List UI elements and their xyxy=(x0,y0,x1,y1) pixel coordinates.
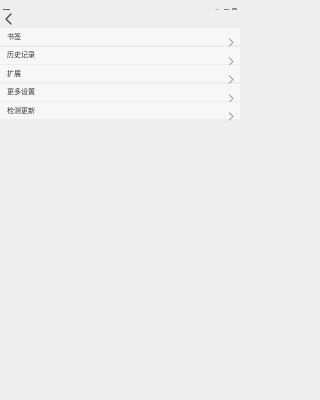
back-arrow-icon[interactable] xyxy=(3,11,15,25)
menu-item-history[interactable]: 历史记录 xyxy=(0,46,240,66)
chevron-right-icon xyxy=(228,32,234,47)
chevron-right-icon xyxy=(228,106,234,121)
menu-item-label: 更多设置 xyxy=(7,88,35,96)
menu-item-label: 扩展 xyxy=(7,69,21,78)
menu-item-more-settings[interactable]: 更多设置 xyxy=(0,83,240,103)
chevron-right-icon xyxy=(228,88,234,103)
chevron-right-icon xyxy=(228,51,234,66)
menu-item-label: 检测更新 xyxy=(7,106,35,115)
settings-menu: 书签 历史记录 扩展 更多设置 检测更新 xyxy=(0,28,240,121)
menu-item-bookmarks[interactable]: 书签 xyxy=(0,28,240,47)
menu-item-extensions[interactable]: 扩展 xyxy=(0,65,240,84)
app-bar xyxy=(0,10,240,26)
menu-item-check-update[interactable]: 检测更新 xyxy=(0,102,240,121)
chevron-right-icon xyxy=(228,69,234,84)
menu-item-label: 历史记录 xyxy=(7,51,35,59)
menu-item-label: 书签 xyxy=(7,32,21,41)
status-bar xyxy=(0,0,240,16)
